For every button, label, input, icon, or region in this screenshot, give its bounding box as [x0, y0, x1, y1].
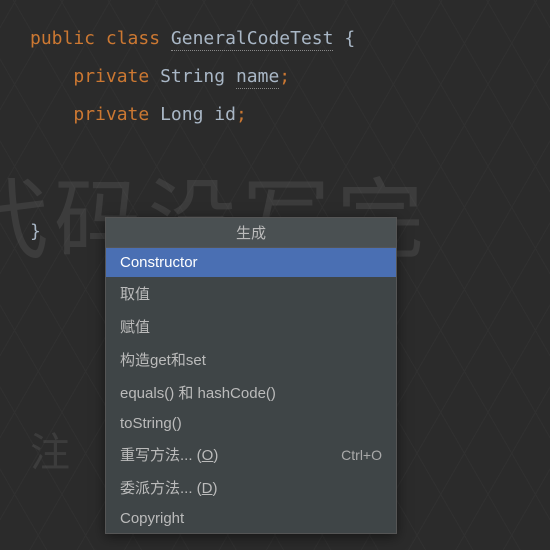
- popup-item-label: Copyright: [120, 510, 184, 527]
- code-line-2: private String name;: [0, 58, 550, 96]
- keyword-class: class: [106, 28, 160, 49]
- popup-item-7[interactable]: 委派方法... (D): [106, 471, 396, 504]
- popup-item-6[interactable]: 重写方法... (O) Ctrl+O: [106, 438, 396, 471]
- popup-item-label: toString(): [120, 415, 182, 432]
- code-editor[interactable]: public class GeneralCodeTest { private S…: [0, 0, 550, 251]
- popup-item-label: equals() 和 hashCode(): [120, 382, 276, 403]
- popup-item-5[interactable]: toString(): [106, 409, 396, 438]
- popup-item-2[interactable]: 赋值: [106, 310, 396, 343]
- code-line-3: private Long id;: [0, 96, 550, 134]
- keyword-private: private: [73, 104, 149, 125]
- field-id: id: [214, 104, 236, 125]
- popup-item-shortcut: Ctrl+O: [341, 447, 382, 463]
- popup-item-4[interactable]: equals() 和 hashCode(): [106, 376, 396, 409]
- field-name: name: [236, 66, 279, 89]
- popup-item-8[interactable]: Copyright: [106, 504, 396, 533]
- class-name: GeneralCodeTest: [171, 28, 334, 51]
- popup-item-label: 赋值: [120, 316, 150, 337]
- type-string: String: [160, 66, 225, 87]
- code-line-1: public class GeneralCodeTest {: [0, 20, 550, 58]
- popup-title: 生成: [106, 218, 396, 248]
- popup-item-label: Constructor: [120, 254, 198, 271]
- popup-item-label: 构造get和set: [120, 349, 206, 370]
- keyword-public: public: [30, 28, 95, 49]
- popup-item-3[interactable]: 构造get和set: [106, 343, 396, 376]
- semicolon: ;: [236, 104, 247, 125]
- generate-popup: 生成 Constructor 取值赋值构造get和set equals() 和 ha…: [105, 217, 397, 534]
- watermark-text-2: 注: [30, 420, 72, 478]
- semicolon: ;: [279, 66, 290, 87]
- open-brace: {: [344, 28, 355, 49]
- popup-item-1[interactable]: 取值: [106, 277, 396, 310]
- popup-item-label: 委派方法... (D): [120, 477, 218, 498]
- keyword-private: private: [73, 66, 149, 87]
- popup-item-0[interactable]: Constructor: [106, 248, 396, 277]
- popup-item-label: 重写方法... (O): [120, 444, 218, 465]
- popup-item-label: 取值: [120, 283, 150, 304]
- type-long: Long: [160, 104, 203, 125]
